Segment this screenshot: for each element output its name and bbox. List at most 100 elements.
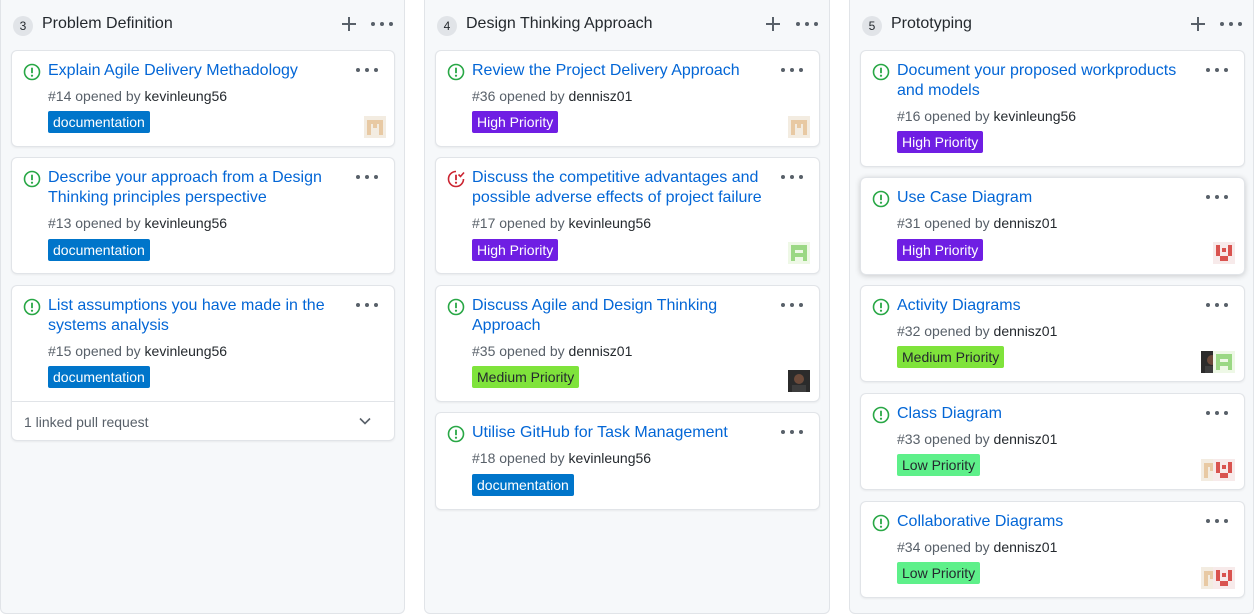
column-title: Prototyping	[891, 15, 972, 32]
issue-title-link[interactable]: Explain Agile Delivery Methadology	[48, 61, 342, 81]
issue-title-link[interactable]: Class Diagram	[897, 404, 1192, 424]
card-menu-kebab-icon[interactable]	[1206, 300, 1228, 310]
issue-title-link[interactable]: Review the Project Delivery Approach	[472, 61, 767, 81]
issue-number: #15	[48, 343, 72, 359]
card-menu-kebab-icon[interactable]	[781, 427, 803, 437]
issue-author-link[interactable]: dennisz01	[994, 215, 1058, 231]
card-menu-kebab-icon[interactable]	[1206, 65, 1228, 75]
column-menu-kebab-icon[interactable]	[371, 19, 393, 29]
linked-pull-request-footer[interactable]: 1 linked pull request	[12, 401, 394, 440]
issue-card[interactable]: Discuss the competitive advantages and p…	[435, 157, 820, 274]
issue-card[interactable]: Activity Diagrams #32 opened by dennisz0…	[860, 285, 1245, 382]
label-badge[interactable]: High Priority	[472, 239, 559, 261]
issue-title-link[interactable]: Describe your approach from a Design Thi…	[48, 168, 342, 208]
card-menu-kebab-icon[interactable]	[356, 172, 378, 182]
column-title: Problem Definition	[42, 15, 173, 32]
issue-title-link[interactable]: Discuss Agile and Design Thinking Approa…	[472, 296, 767, 336]
column-menu-kebab-icon[interactable]	[796, 19, 818, 29]
issue-card[interactable]: Explain Agile Delivery Methadology #14 o…	[11, 50, 395, 147]
issue-opened-icon	[447, 298, 465, 316]
issue-author-link[interactable]: dennisz01	[994, 323, 1058, 339]
issue-number: #33	[897, 431, 921, 447]
issue-opened-icon	[872, 514, 890, 532]
column-menu-kebab-icon[interactable]	[1220, 19, 1242, 29]
assignee-avatar[interactable]	[788, 370, 810, 392]
issue-author-link[interactable]: dennisz01	[569, 343, 633, 359]
assignee-avatar[interactable]	[364, 116, 386, 138]
issue-number: #14	[48, 88, 72, 104]
issue-author-link[interactable]: dennisz01	[569, 88, 633, 104]
label-badge[interactable]: documentation	[48, 239, 150, 261]
label-badge[interactable]: High Priority	[897, 131, 984, 153]
add-card-plus-icon[interactable]	[763, 13, 783, 35]
issue-author-link[interactable]: dennisz01	[994, 431, 1058, 447]
assignee-avatar[interactable]	[1213, 351, 1235, 373]
issue-meta: #32 opened by dennisz01	[897, 323, 1057, 339]
issue-opened-icon	[872, 190, 890, 208]
issue-number: #36	[472, 88, 496, 104]
label-badge[interactable]: documentation	[48, 366, 150, 388]
assignee-avatar[interactable]	[1213, 459, 1235, 481]
issue-meta: #18 opened by kevinleung56	[472, 450, 651, 466]
issue-title-link[interactable]: Collaborative Diagrams	[897, 512, 1192, 532]
add-card-plus-icon[interactable]	[339, 13, 359, 35]
issue-opened-text: opened by	[75, 215, 141, 231]
card-menu-kebab-icon[interactable]	[1206, 516, 1228, 526]
add-card-plus-icon[interactable]	[1188, 13, 1208, 35]
issue-author-link[interactable]: dennisz01	[994, 539, 1058, 555]
assignee-avatar[interactable]	[1213, 242, 1235, 264]
issue-meta: #36 opened by dennisz01	[472, 88, 632, 104]
issue-title-link[interactable]: Discuss the competitive advantages and p…	[472, 168, 767, 208]
label-badge[interactable]: High Priority	[472, 111, 559, 133]
label-badge[interactable]: documentation	[472, 474, 574, 496]
card-menu-kebab-icon[interactable]	[781, 300, 803, 310]
issue-in-progress-icon	[447, 170, 465, 188]
label-badge[interactable]: High Priority	[897, 239, 984, 261]
issue-opened-icon	[447, 63, 465, 81]
issue-number: #18	[472, 450, 496, 466]
issue-author-link[interactable]: kevinleung56	[145, 88, 228, 104]
issue-number: #34	[897, 539, 921, 555]
issue-title-link[interactable]: Document your proposed workproducts and …	[897, 61, 1192, 101]
issue-title-link[interactable]: List assumptions you have made in the sy…	[48, 296, 342, 336]
label-badge[interactable]: Low Priority	[897, 562, 981, 584]
issue-author-link[interactable]: kevinleung56	[569, 215, 652, 231]
assignee-avatar[interactable]	[1213, 567, 1235, 589]
issue-card[interactable]: Utilise GitHub for Task Management #18 o…	[435, 412, 820, 510]
issue-card[interactable]: Review the Project Delivery Approach #36…	[435, 50, 820, 147]
issue-opened-text: opened by	[499, 215, 565, 231]
label-badge[interactable]: Low Priority	[897, 454, 981, 476]
card-menu-kebab-icon[interactable]	[781, 172, 803, 182]
issue-card[interactable]: Document your proposed workproducts and …	[860, 50, 1245, 167]
issue-card[interactable]: Class Diagram #33 opened by dennisz01 Lo…	[860, 393, 1245, 490]
issue-opened-text: opened by	[924, 215, 990, 231]
assignee-avatar[interactable]	[788, 242, 810, 264]
issue-card[interactable]: Discuss Agile and Design Thinking Approa…	[435, 285, 820, 402]
card-menu-kebab-icon[interactable]	[356, 65, 378, 75]
issue-card[interactable]: Describe your approach from a Design Thi…	[11, 157, 395, 274]
issue-opened-icon	[872, 63, 890, 81]
chevron-down-icon[interactable]	[358, 414, 372, 428]
issue-title-link[interactable]: Use Case Diagram	[897, 188, 1192, 208]
column-card-count: 5	[862, 16, 882, 36]
card-menu-kebab-icon[interactable]	[356, 300, 378, 310]
card-menu-kebab-icon[interactable]	[1206, 192, 1228, 202]
issue-title-link[interactable]: Activity Diagrams	[897, 296, 1192, 316]
issue-opened-text: opened by	[75, 88, 141, 104]
issue-author-link[interactable]: kevinleung56	[994, 108, 1077, 124]
column-design-thinking-approach: 4 Design Thinking Approach Review the Pr…	[424, 0, 830, 614]
label-badge[interactable]: Medium Priority	[897, 346, 1005, 368]
issue-author-link[interactable]: kevinleung56	[145, 343, 228, 359]
issue-title-link[interactable]: Utilise GitHub for Task Management	[472, 423, 767, 443]
issue-author-link[interactable]: kevinleung56	[569, 450, 652, 466]
issue-meta: #31 opened by dennisz01	[897, 215, 1057, 231]
issue-card[interactable]: Collaborative Diagrams #34 opened by den…	[860, 501, 1245, 598]
card-menu-kebab-icon[interactable]	[781, 65, 803, 75]
issue-card[interactable]: List assumptions you have made in the sy…	[11, 285, 395, 441]
assignee-avatar[interactable]	[788, 116, 810, 138]
issue-card[interactable]: Use Case Diagram #31 opened by dennisz01…	[860, 177, 1245, 275]
label-badge[interactable]: documentation	[48, 111, 150, 133]
issue-author-link[interactable]: kevinleung56	[145, 215, 228, 231]
card-menu-kebab-icon[interactable]	[1206, 408, 1228, 418]
label-badge[interactable]: Medium Priority	[472, 366, 580, 388]
